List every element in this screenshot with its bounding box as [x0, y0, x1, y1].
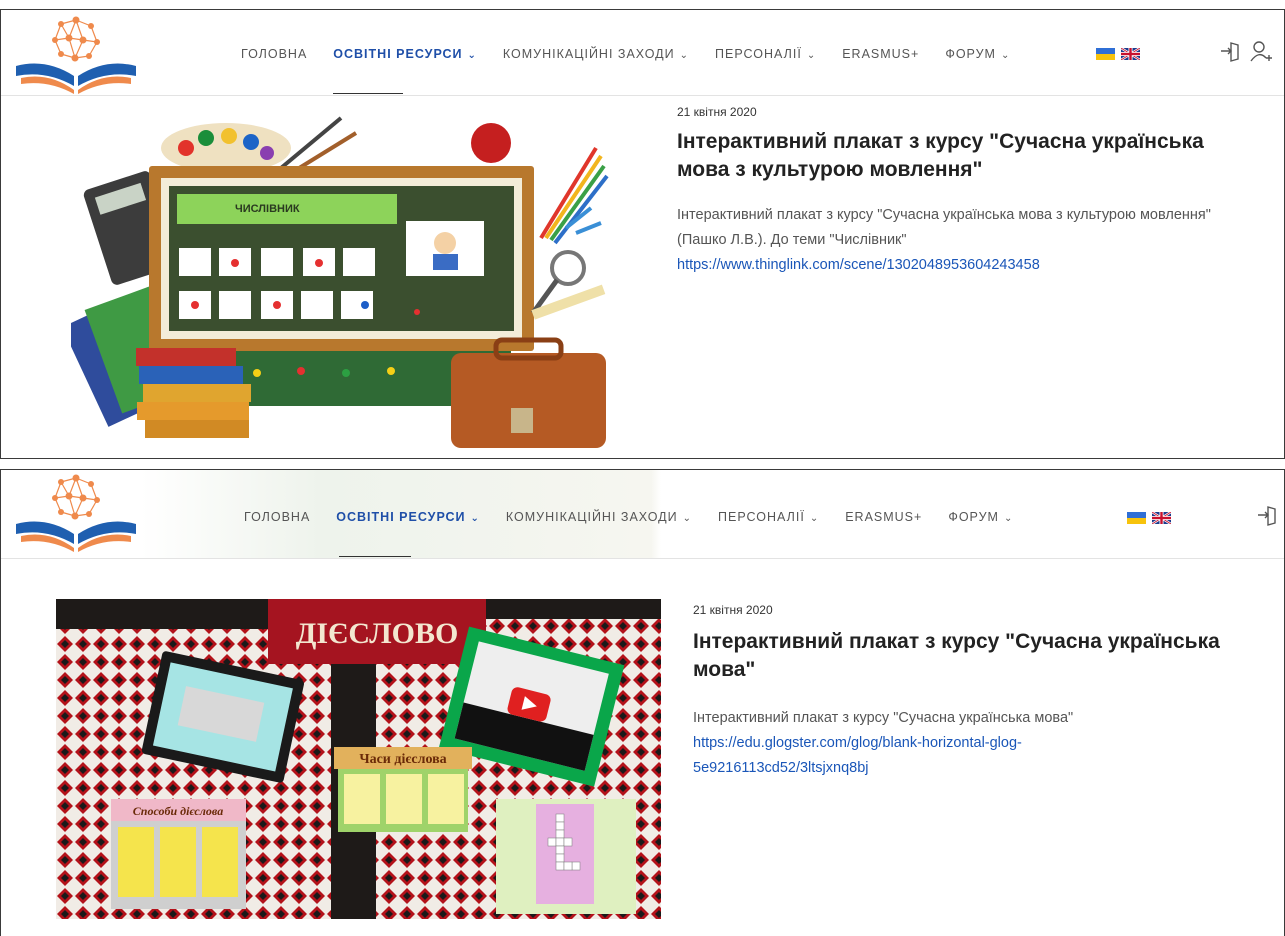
site-logo[interactable] — [11, 472, 141, 552]
nav-label: ГОЛОВНА — [241, 47, 308, 61]
chalkboard-title: ЧИСЛІВНИК — [235, 203, 300, 215]
nav-label: ОСВІТНІ РЕСУРСИ — [336, 510, 466, 524]
nav-item-home[interactable]: ГОЛОВНА — [244, 510, 310, 524]
post-date: 21 квітня 2020 — [693, 603, 773, 617]
chevron-down-icon: ⌄ — [1000, 50, 1011, 61]
nav-item-communication-events[interactable]: КОМУНІКАЦІЙНІ ЗАХОДИ ⌄ — [503, 47, 689, 61]
excerpt-text: Інтерактивний плакат з курсу "Сучасна ук… — [677, 207, 1211, 248]
nav-label: ОСВІТНІ РЕСУРСИ — [333, 47, 463, 61]
nav-item-forum[interactable]: ФОРУМ ⌄ — [948, 510, 1013, 524]
chevron-down-icon: ⌄ — [470, 513, 480, 524]
site-logo[interactable] — [11, 14, 141, 94]
post-excerpt: Інтерактивний плакат з курсу "Сучасна ук… — [693, 706, 1163, 781]
nav-item-erasmus[interactable]: ERASMUS+ — [845, 510, 922, 524]
post-image-chalkboard[interactable]: ЧИСЛІВНИК — [71, 108, 611, 453]
flag-ukraine-icon[interactable] — [1127, 512, 1146, 524]
flag-uk-icon[interactable] — [1121, 48, 1140, 60]
flag-uk-icon[interactable] — [1152, 512, 1171, 524]
nav-label: ERASMUS+ — [842, 47, 920, 61]
site-header: ГОЛОВНА ОСВІТНІ РЕСУРСИ ⌄ КОМУНІКАЦІЙНІ З… — [1, 10, 1284, 96]
site-header: ГОЛОВНА ОСВІТНІ РЕСУРСИ ⌄ КОМУНІКАЦІЙНІ З… — [1, 470, 1284, 559]
login-icon[interactable] — [1256, 504, 1278, 526]
main-nav: ГОЛОВНА ОСВІТНІ РЕСУРСИ ⌄ КОМУНІКАЦІЙНІ З… — [241, 47, 1036, 61]
screenshot-1: ГОЛОВНА ОСВІТНІ РЕСУРСИ ⌄ КОМУНІКАЦІЙНІ З… — [0, 9, 1285, 459]
active-nav-underline — [339, 556, 411, 557]
nav-label: ПЕРСОНАЛІЇ — [718, 510, 805, 524]
nav-label: ФОРУМ — [948, 510, 999, 524]
nav-item-education-resources[interactable]: ОСВІТНІ РЕСУРСИ ⌄ — [333, 47, 477, 61]
chevron-down-icon: ⌄ — [809, 513, 820, 524]
image-subtitle-tenses: Часи дієслова — [359, 752, 446, 767]
nav-label: ПЕРСОНАЛІЇ — [715, 47, 802, 61]
excerpt-text: Інтерактивний плакат з курсу "Сучасна ук… — [693, 710, 1074, 726]
post-excerpt: Інтерактивний плакат з курсу "Сучасна ук… — [677, 203, 1225, 278]
nav-item-personalities[interactable]: ПЕРСОНАЛІЇ ⌄ — [718, 510, 819, 524]
nav-label: ERASMUS+ — [845, 510, 923, 524]
header-actions — [1256, 504, 1278, 526]
header-actions — [1219, 40, 1273, 62]
screenshot-2: ГОЛОВНА ОСВІТНІ РЕСУРСИ ⌄ КОМУНІКАЦІЙНІ З… — [0, 469, 1285, 936]
post-title[interactable]: Інтерактивний плакат з курсу "Сучасна ук… — [693, 628, 1268, 684]
login-icon[interactable] — [1219, 40, 1241, 62]
post-title[interactable]: Інтерактивний плакат з курсу "Сучасна ук… — [677, 128, 1237, 184]
post-link[interactable]: https://www.thinglink.com/scene/13020489… — [677, 257, 1040, 273]
nav-label: ФОРУМ — [945, 47, 996, 61]
language-switcher — [1096, 48, 1140, 60]
language-switcher — [1127, 512, 1171, 524]
chevron-down-icon: ⌄ — [467, 50, 477, 61]
nav-label: КОМУНІКАЦІЙНІ ЗАХОДИ — [505, 510, 678, 524]
nav-item-personalities[interactable]: ПЕРСОНАЛІЇ ⌄ — [715, 47, 816, 61]
image-subtitle-moods: Способи дієслова — [133, 804, 223, 818]
chevron-down-icon: ⌄ — [806, 50, 817, 61]
chevron-down-icon: ⌄ — [1003, 513, 1014, 524]
post-image-embroidery[interactable]: ДІЄСЛОВО Часи дієслова Способи дієслова — [56, 599, 661, 919]
nav-item-erasmus[interactable]: ERASMUS+ — [842, 47, 919, 61]
chevron-down-icon: ⌄ — [679, 50, 690, 61]
flag-ukraine-icon[interactable] — [1096, 48, 1115, 60]
nav-item-communication-events[interactable]: КОМУНІКАЦІЙНІ ЗАХОДИ ⌄ — [506, 510, 692, 524]
nav-label: КОМУНІКАЦІЙНІ ЗАХОДИ — [502, 47, 675, 61]
post-date: 21 квітня 2020 — [677, 105, 757, 119]
nav-label: ГОЛОВНА — [244, 510, 311, 524]
nav-item-home[interactable]: ГОЛОВНА — [241, 47, 307, 61]
image-title: ДІЄСЛОВО — [296, 617, 459, 650]
nav-item-education-resources[interactable]: ОСВІТНІ РЕСУРСИ ⌄ — [336, 510, 480, 524]
main-nav: ГОЛОВНА ОСВІТНІ РЕСУРСИ ⌄ КОМУНІКАЦІЙНІ З… — [244, 510, 1039, 524]
post-link[interactable]: https://edu.glogster.com/glog/blank-hori… — [693, 735, 1022, 776]
user-add-icon[interactable] — [1249, 40, 1273, 62]
nav-item-forum[interactable]: ФОРУМ ⌄ — [945, 47, 1010, 61]
chevron-down-icon: ⌄ — [682, 513, 693, 524]
active-nav-underline — [333, 93, 403, 94]
